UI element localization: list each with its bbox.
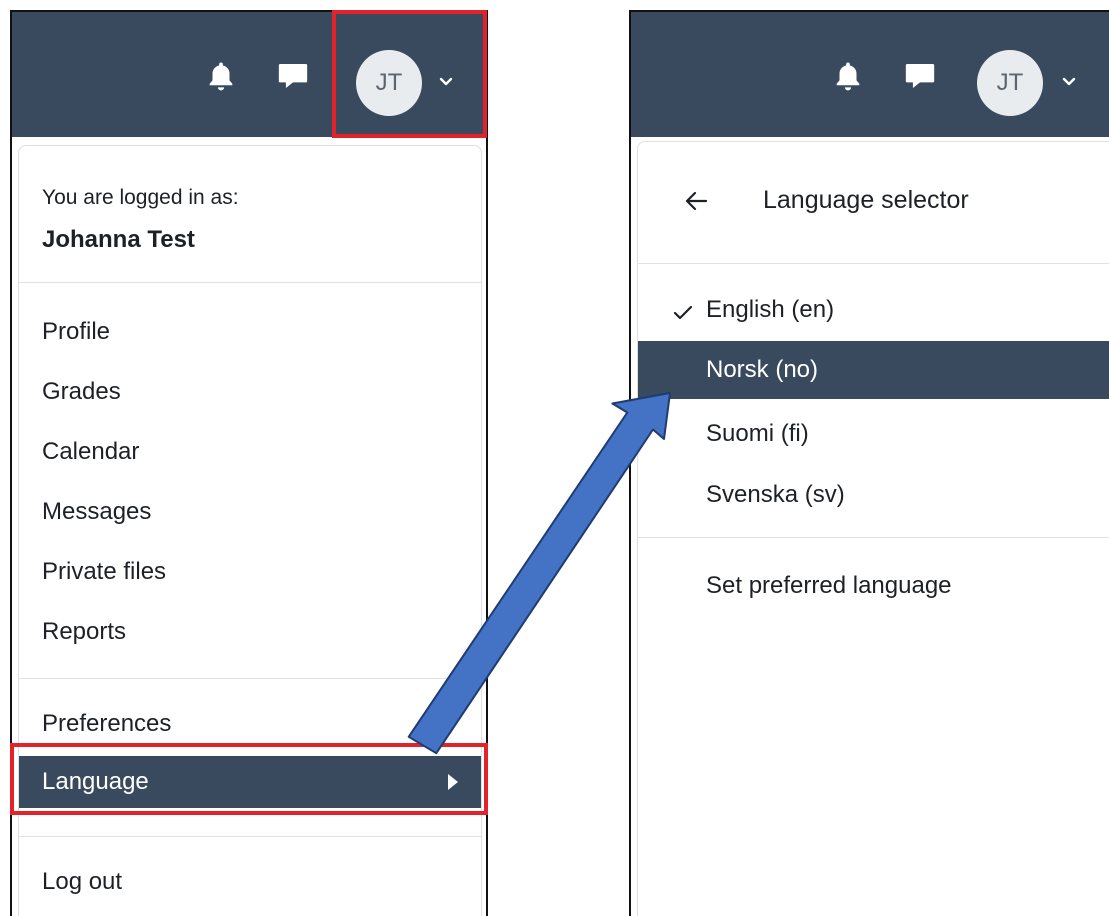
- chat-icon[interactable]: [276, 59, 310, 93]
- divider: [19, 282, 481, 283]
- bell-icon[interactable]: [831, 59, 865, 93]
- highlight-box-language: [10, 743, 488, 815]
- divider: [638, 263, 1109, 264]
- menu-item-logout[interactable]: Log out: [42, 866, 122, 898]
- language-option-norsk[interactable]: Norsk (no): [638, 341, 1109, 399]
- language-option-english[interactable]: English (en): [706, 294, 834, 326]
- logged-in-label: You are logged in as:: [42, 186, 239, 209]
- menu-item-profile[interactable]: Profile: [42, 316, 110, 348]
- language-option-svenska[interactable]: Svenska (sv): [706, 479, 845, 511]
- language-selector-screenshot: JT Language selector English (en) Norsk …: [629, 10, 1109, 916]
- language-option-norsk-label: Norsk (no): [706, 356, 819, 383]
- user-name: Johanna Test: [42, 226, 195, 253]
- language-selector-title: Language selector: [763, 186, 969, 214]
- divider: [19, 678, 481, 679]
- language-option-suomi[interactable]: Suomi (fi): [706, 418, 809, 450]
- divider: [19, 836, 481, 837]
- check-icon: [673, 305, 693, 320]
- highlight-box-user-menu: [332, 10, 487, 138]
- menu-item-preferences[interactable]: Preferences: [42, 708, 171, 740]
- arrow-left-icon[interactable]: [684, 190, 708, 212]
- set-preferred-language-link[interactable]: Set preferred language: [706, 570, 952, 602]
- divider: [638, 537, 1109, 538]
- menu-item-messages[interactable]: Messages: [42, 496, 151, 528]
- user-avatar[interactable]: JT: [977, 50, 1043, 116]
- menu-item-private-files[interactable]: Private files: [42, 556, 166, 588]
- menu-item-calendar[interactable]: Calendar: [42, 436, 139, 468]
- chevron-down-icon[interactable]: [1061, 76, 1077, 88]
- top-navbar: JT: [631, 12, 1109, 137]
- chat-icon[interactable]: [903, 59, 937, 93]
- language-selector-dropdown: Language selector English (en) Norsk (no…: [637, 141, 1109, 916]
- menu-item-grades[interactable]: Grades: [42, 376, 121, 408]
- menu-item-reports[interactable]: Reports: [42, 616, 126, 648]
- bell-icon[interactable]: [204, 59, 238, 93]
